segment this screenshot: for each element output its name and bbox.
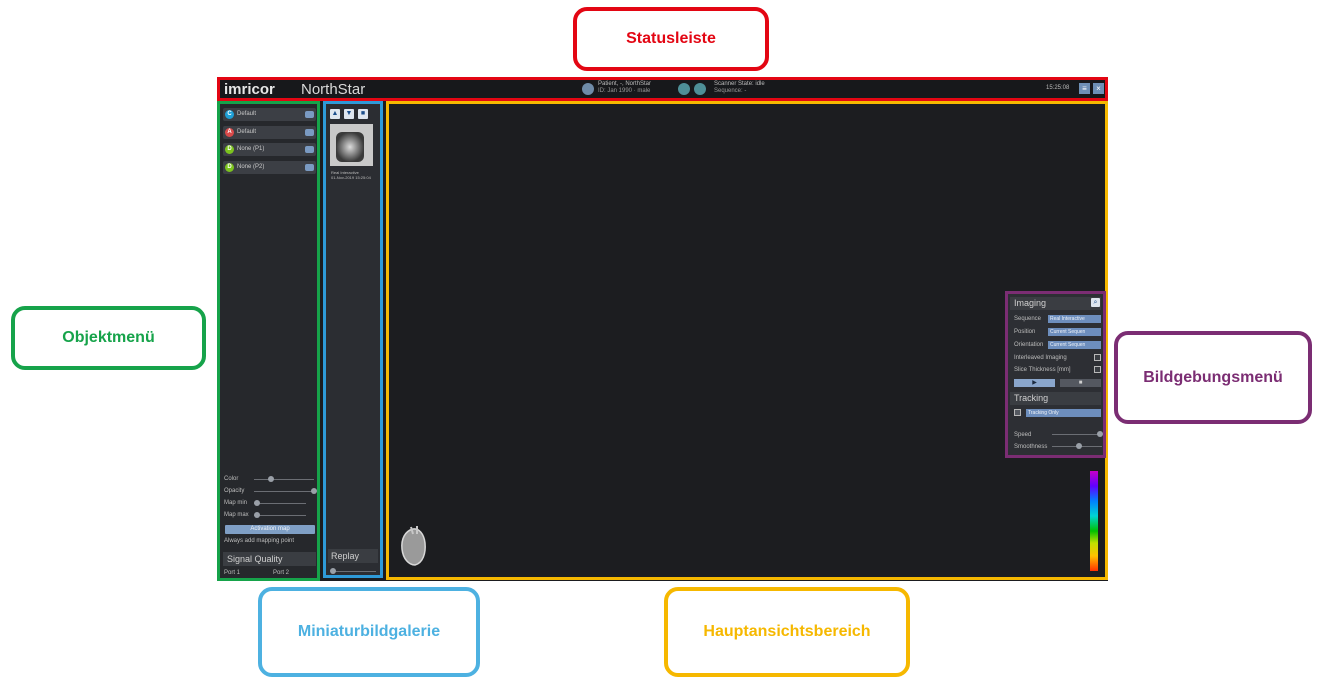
port2-label: Port 2 [273,570,290,576]
color-slider[interactable] [254,479,314,480]
position-dropdown[interactable]: Current Sequen [1048,328,1101,336]
object-item[interactable]: D None (P2) [223,161,316,174]
object-item[interactable]: D None (P1) [223,143,316,156]
patient-icon[interactable] [582,83,594,95]
visibility-icon[interactable] [305,164,314,171]
speed-slider[interactable] [1052,434,1102,435]
position-label: Position [1014,329,1036,335]
thumbnail-timestamp: 01-Nov-2019 15:25:04 [331,175,371,180]
object-menu: C Default A Default D None (P1) D None (… [217,101,320,581]
statusbar-callout: Statusleiste [573,7,769,71]
interleaved-checkbox[interactable] [1094,354,1101,361]
mri-slice-image [336,132,364,162]
sequence-status-icon [694,83,706,95]
tracking-toggle[interactable] [1014,409,1021,416]
opacity-label: Opacity [224,488,245,494]
visibility-icon[interactable] [305,111,314,118]
smoothness-label: Smoothness [1014,444,1048,450]
visibility-icon[interactable] [305,146,314,153]
interleaved-label: Interleaved Imaging [1014,355,1067,361]
slice-thickness-checkbox[interactable] [1094,366,1101,373]
signal-quality-header: Signal Quality [223,552,316,566]
device-icon: D [225,163,234,172]
visibility-icon[interactable] [305,129,314,136]
scanner-state: Scanner State: idle [714,81,765,87]
speed-slider-knob[interactable] [1097,431,1103,437]
replay-header: Replay [328,549,378,563]
always-add-label: Always add mapping point [224,538,295,544]
color-slider-knob[interactable] [268,476,274,482]
color-label: Color [224,476,239,482]
search-icon[interactable]: ⌕ [1091,298,1100,307]
port1-label: Port 1 [224,570,241,576]
color-scale-bar [1090,471,1098,571]
patient-name: Patient, -, NorthStar [598,81,652,87]
play-button[interactable]: ▶ [1014,379,1055,387]
sequence-dropdown[interactable]: Real Interactive [1048,315,1101,323]
smoothness-slider-knob[interactable] [1076,443,1082,449]
thumbnail-image[interactable] [330,124,373,166]
imaging-menu: Imaging ⌕ Sequence Real Interactive Posi… [1005,291,1106,458]
heart-orientation-icon[interactable] [397,525,429,567]
sequence-label: Sequence [1014,316,1042,322]
object-item[interactable]: A Default [223,126,316,139]
object-label: None (P2) [237,164,265,170]
object-label: None (P1) [237,146,265,152]
scanner-status-icon [678,83,690,95]
orientation-dropdown[interactable]: Current Sequen [1048,341,1101,349]
tracking-header: Tracking [1010,392,1101,405]
product-name: NorthStar [301,81,366,98]
delete-icon[interactable]: ■ [358,109,368,119]
object-menu-callout: Objektmenü [11,306,206,370]
thumbnail-gallery: ▲ ▼ ■ Real Interactive 01-Nov-2019 15:25… [323,101,383,578]
replay-slider-knob[interactable] [330,568,336,574]
slice-thickness-label: Slice Thickness [mm] [1014,367,1071,373]
opacity-slider[interactable] [254,491,314,492]
app-logo: imricor [224,81,275,98]
object-label: Default [237,111,257,117]
replay-slider[interactable] [332,571,376,572]
close-icon[interactable]: × [1093,83,1104,94]
main-view-area[interactable] [386,101,1108,580]
catheter-icon: C [225,110,234,119]
imaging-header: Imaging [1010,297,1101,310]
opacity-slider-knob[interactable] [311,488,317,494]
orientation-label: Orientation [1014,342,1044,348]
main-view-callout: Hauptansichtsbereich [664,587,910,677]
stop-button[interactable]: ■ [1060,379,1101,387]
map-min-label: Map min [224,500,248,506]
device-icon: D [225,145,234,154]
patient-id: ID: Jan 1990 · male [598,88,651,94]
object-label: Default [237,129,257,135]
menu-icon[interactable]: ≡ [1079,83,1090,94]
tracking-dropdown[interactable]: Tracking Only [1026,409,1101,417]
download-icon[interactable]: ▼ [344,109,354,119]
map-min-slider[interactable] [254,503,306,504]
activation-map-button[interactable]: Activation map [225,525,315,534]
scanner-sequence: Sequence: - [714,88,747,94]
map-max-slider[interactable] [254,515,306,516]
speed-label: Speed [1014,432,1032,438]
object-item[interactable]: C Default [223,108,316,121]
clock: 15:25:08 [1046,85,1070,91]
gallery-callout: Miniaturbildgalerie [258,587,480,677]
map-min-slider-knob[interactable] [254,500,260,506]
anatomy-icon: A [225,128,234,137]
map-max-label: Map max [224,512,249,518]
map-max-slider-knob[interactable] [254,512,260,518]
imaging-menu-callout: Bildgebungsmenü [1114,331,1312,424]
status-bar: imricor NorthStar Patient, -, NorthStar … [217,77,1108,101]
upload-icon[interactable]: ▲ [330,109,340,119]
